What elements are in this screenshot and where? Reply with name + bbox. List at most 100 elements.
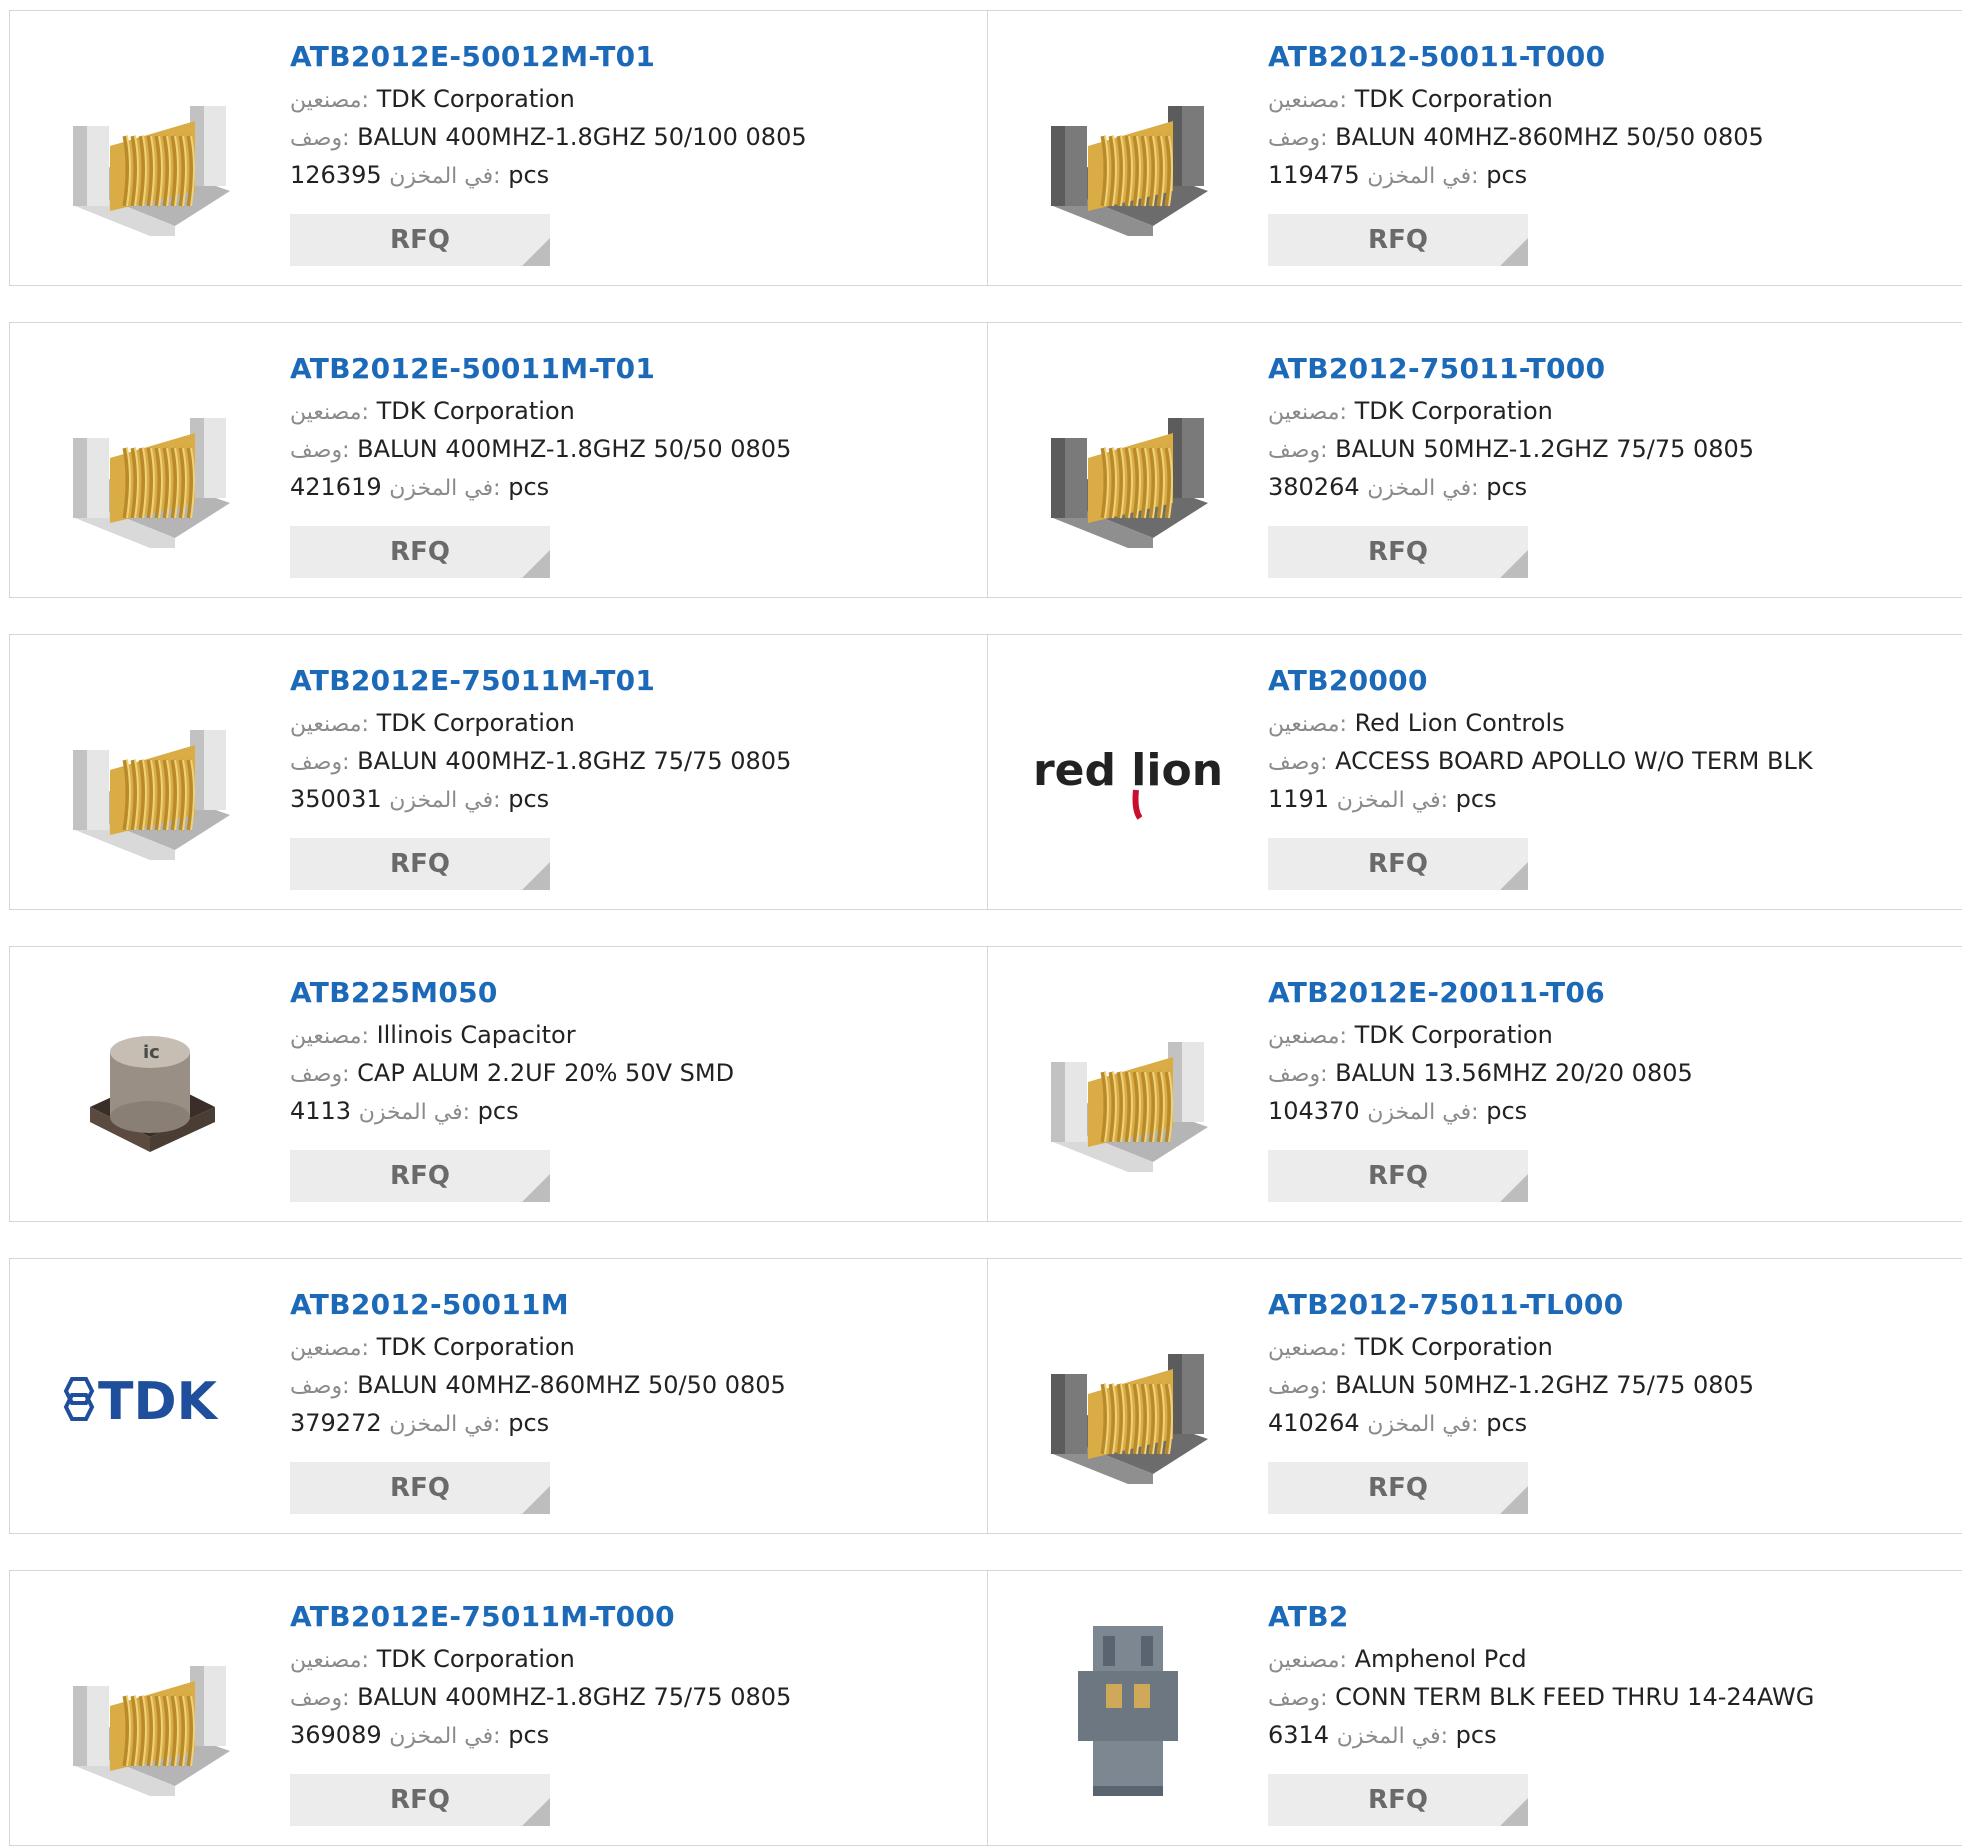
product-image[interactable] xyxy=(1028,987,1228,1187)
rfq-button[interactable]: RFQ xyxy=(1268,1774,1528,1826)
manufacturer-row: مصنعين: TDK Corporation xyxy=(1268,81,1764,119)
rfq-button[interactable]: RFQ xyxy=(290,1774,550,1826)
stock-label: في المخزن: xyxy=(1367,1100,1479,1125)
manufacturer-value: TDK Corporation xyxy=(376,1333,575,1361)
product-info: ATB2 مصنعين: Amphenol Pcd وصف: CONN TERM B… xyxy=(1268,1599,1814,1755)
manufacturer-label: مصنعين: xyxy=(1268,1336,1347,1361)
product-card: TDK ATB2012-50011M مصنعين: TDK Corporatio… xyxy=(9,1258,988,1534)
manufacturer-row: مصنعين: TDK Corporation xyxy=(1268,1329,1754,1367)
stock-value: 126395 xyxy=(290,161,382,189)
product-image[interactable] xyxy=(50,675,250,875)
product-info: ATB2012E-50011M-T01 مصنعين: TDK Corporati… xyxy=(290,351,791,507)
manufacturer-row: مصنعين: TDK Corporation xyxy=(1268,393,1754,431)
rfq-button[interactable]: RFQ xyxy=(1268,1462,1528,1514)
product-image[interactable] xyxy=(50,1611,250,1811)
description-label: وصف: xyxy=(1268,1062,1328,1087)
description-row: وصف: BALUN 13.56MHZ 20/20 0805 xyxy=(1268,1055,1693,1093)
part-number-link[interactable]: ATB2012E-50011M-T01 xyxy=(290,351,791,387)
part-number-link[interactable]: ATB2012E-75011M-T01 xyxy=(290,663,791,699)
stock-row: 126395 في المخزن: pcs xyxy=(290,157,807,195)
description-label: وصف: xyxy=(290,1686,350,1711)
part-number-link[interactable]: ATB225M050 xyxy=(290,975,734,1011)
product-card: ATB2012E-50011M-T01 مصنعين: TDK Corporati… xyxy=(9,322,988,598)
product-image[interactable]: ic xyxy=(50,987,250,1187)
rfq-button[interactable]: RFQ xyxy=(1268,214,1528,266)
corner-triangle-icon xyxy=(522,1486,550,1514)
rfq-label: RFQ xyxy=(390,1161,450,1191)
manufacturer-value: TDK Corporation xyxy=(376,709,575,737)
corner-triangle-icon xyxy=(1500,550,1528,578)
manufacturer-row: مصنعين: Illinois Capacitor xyxy=(290,1017,734,1055)
stock-unit: pcs xyxy=(508,1409,550,1437)
product-image[interactable] xyxy=(50,363,250,563)
product-card: ATB2012E-20011-T06 مصنعين: TDK Corporatio… xyxy=(987,946,1962,1222)
manufacturer-row: مصنعين: TDK Corporation xyxy=(290,1641,791,1679)
description-value: BALUN 13.56MHZ 20/20 0805 xyxy=(1335,1059,1693,1087)
rfq-button[interactable]: RFQ xyxy=(1268,1150,1528,1202)
description-row: وصف: ACCESS BOARD APOLLO W/O TERM BLK xyxy=(1268,743,1813,781)
description-label: وصف: xyxy=(290,750,350,775)
product-image[interactable]: red lion xyxy=(1028,675,1228,875)
product-card: ATB2012E-50012M-T01 مصنعين: TDK Corporati… xyxy=(9,10,988,286)
stock-value: 421619 xyxy=(290,473,382,501)
svg-text:red lion: red lion xyxy=(1033,745,1223,796)
stock-row: 421619 في المخزن: pcs xyxy=(290,469,791,507)
rfq-button[interactable]: RFQ xyxy=(290,526,550,578)
product-image[interactable] xyxy=(1028,1611,1228,1811)
stock-value: 410264 xyxy=(1268,1409,1360,1437)
stock-row: 104370 في المخزن: pcs xyxy=(1268,1093,1693,1131)
part-number-link[interactable]: ATB20000 xyxy=(1268,663,1813,699)
rfq-button[interactable]: RFQ xyxy=(290,1462,550,1514)
manufacturer-value: TDK Corporation xyxy=(1354,1021,1553,1049)
part-number-link[interactable]: ATB2012-50011-T000 xyxy=(1268,39,1764,75)
description-row: وصف: BALUN 400MHZ-1.8GHZ 75/75 0805 xyxy=(290,743,791,781)
stock-label: في المخزن: xyxy=(1367,476,1479,501)
manufacturer-value: TDK Corporation xyxy=(1354,1333,1553,1361)
part-number-link[interactable]: ATB2012E-20011-T06 xyxy=(1268,975,1693,1011)
stock-row: 1191 في المخزن: pcs xyxy=(1268,781,1813,819)
rfq-label: RFQ xyxy=(1368,537,1428,567)
rfq-button[interactable]: RFQ xyxy=(290,1150,550,1202)
rfq-button[interactable]: RFQ xyxy=(1268,526,1528,578)
description-label: وصف: xyxy=(1268,126,1328,151)
product-image[interactable] xyxy=(1028,363,1228,563)
description-value: BALUN 50MHZ-1.2GHZ 75/75 0805 xyxy=(1335,1371,1755,1399)
stock-unit: pcs xyxy=(1486,473,1528,501)
stock-unit: pcs xyxy=(1486,1097,1528,1125)
part-number-link[interactable]: ATB2012E-75011M-T000 xyxy=(290,1599,791,1635)
product-image[interactable] xyxy=(50,51,250,251)
part-number-link[interactable]: ATB2012-50011M xyxy=(290,1287,786,1323)
stock-unit: pcs xyxy=(508,1721,550,1749)
part-number-link[interactable]: ATB2012-75011-TL000 xyxy=(1268,1287,1754,1323)
corner-triangle-icon xyxy=(522,1174,550,1202)
part-number-link[interactable]: ATB2012-75011-T000 xyxy=(1268,351,1754,387)
rfq-button[interactable]: RFQ xyxy=(1268,838,1528,890)
description-value: CAP ALUM 2.2UF 20% 50V SMD xyxy=(357,1059,735,1087)
product-info: ATB2012-75011-T000 مصنعين: TDK Corporatio… xyxy=(1268,351,1754,507)
product-card: ATB2012-50011-T000 مصنعين: TDK Corporatio… xyxy=(987,10,1962,286)
corner-triangle-icon xyxy=(1500,1798,1528,1826)
product-info: ATB2012E-75011M-T000 مصنعين: TDK Corporat… xyxy=(290,1599,791,1755)
description-label: وصف: xyxy=(290,438,350,463)
product-image[interactable]: TDK xyxy=(50,1299,250,1499)
stock-label: في المخزن: xyxy=(1367,1412,1479,1437)
rfq-label: RFQ xyxy=(1368,1473,1428,1503)
product-image[interactable] xyxy=(1028,1299,1228,1499)
description-row: وصف: BALUN 40MHZ-860MHZ 50/50 0805 xyxy=(290,1367,786,1405)
rfq-label: RFQ xyxy=(390,849,450,879)
stock-value: 1191 xyxy=(1268,785,1330,813)
product-image[interactable] xyxy=(1028,51,1228,251)
manufacturer-value: TDK Corporation xyxy=(376,85,575,113)
description-row: وصف: BALUN 400MHZ-1.8GHZ 50/50 0805 xyxy=(290,431,791,469)
rfq-button[interactable]: RFQ xyxy=(290,838,550,890)
stock-label: في المخزن: xyxy=(389,476,501,501)
rfq-button[interactable]: RFQ xyxy=(290,214,550,266)
corner-triangle-icon xyxy=(522,862,550,890)
description-value: CONN TERM BLK FEED THRU 14-24AWG xyxy=(1335,1683,1815,1711)
part-number-link[interactable]: ATB2012E-50012M-T01 xyxy=(290,39,807,75)
manufacturer-value: Illinois Capacitor xyxy=(376,1021,576,1049)
part-number-link[interactable]: ATB2 xyxy=(1268,1599,1814,1635)
stock-unit: pcs xyxy=(477,1097,519,1125)
stock-row: 380264 في المخزن: pcs xyxy=(1268,469,1754,507)
stock-row: 369089 في المخزن: pcs xyxy=(290,1717,791,1755)
